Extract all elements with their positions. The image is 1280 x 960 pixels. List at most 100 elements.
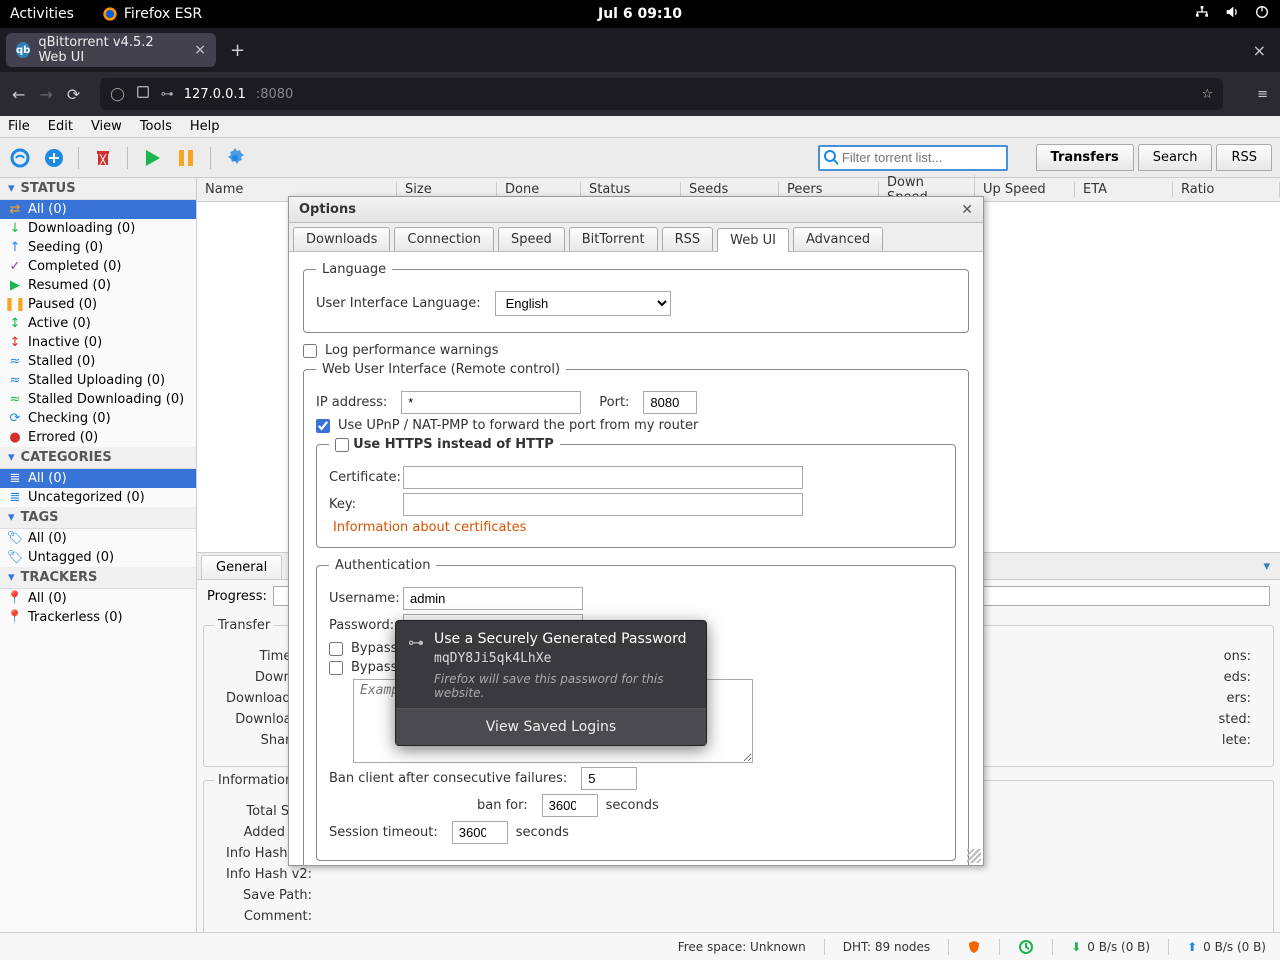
network-icon[interactable] xyxy=(1194,4,1210,24)
col-eta[interactable]: ETA xyxy=(1075,182,1173,197)
page-info-icon[interactable] xyxy=(135,84,151,104)
col-status[interactable]: Status xyxy=(581,182,681,197)
ban-count-input[interactable] xyxy=(581,767,637,790)
delete-icon[interactable] xyxy=(91,146,115,170)
up-speed[interactable]: ⬆0 B/s (0 B) xyxy=(1187,940,1266,954)
bookmark-star-icon[interactable]: ☆ xyxy=(1201,87,1213,102)
bypass-local-checkbox[interactable] xyxy=(329,642,343,656)
ip-input[interactable] xyxy=(401,391,581,414)
language-select[interactable]: English xyxy=(495,291,671,316)
firewall-icon[interactable] xyxy=(967,940,981,954)
port-input[interactable] xyxy=(643,391,697,414)
add-torrent-icon[interactable] xyxy=(42,146,66,170)
trk-all[interactable]: 📍All (0) xyxy=(0,589,196,608)
tab-downloads[interactable]: Downloads xyxy=(293,227,390,251)
https-checkbox[interactable] xyxy=(335,438,349,452)
tag-untagged[interactable]: 🏷Untagged (0) xyxy=(0,548,196,567)
back-button[interactable]: ← xyxy=(12,85,25,104)
status-inactive[interactable]: ↕Inactive (0) xyxy=(0,333,196,352)
resume-icon[interactable] xyxy=(140,146,164,170)
status-active[interactable]: ↕Active (0) xyxy=(0,314,196,333)
col-ratio[interactable]: Ratio xyxy=(1173,182,1280,197)
col-seeds[interactable]: Seeds xyxy=(681,182,779,197)
settings-icon[interactable] xyxy=(223,146,247,170)
banfor-input[interactable] xyxy=(542,794,598,817)
tab-transfers[interactable]: Transfers xyxy=(1036,144,1134,171)
sidebar-group-tags[interactable]: ▾TAGS xyxy=(0,507,196,529)
upnp-checkbox[interactable] xyxy=(316,419,330,433)
status-paused[interactable]: ❚❚Paused (0) xyxy=(0,295,196,314)
cert-input[interactable] xyxy=(403,466,803,489)
add-link-icon[interactable] xyxy=(8,146,32,170)
status-seeding[interactable]: ↑Seeding (0) xyxy=(0,238,196,257)
dialog-titlebar[interactable]: Options ✕ xyxy=(289,197,983,223)
activities-button[interactable]: Activities xyxy=(10,6,74,22)
key-input[interactable] xyxy=(403,493,803,516)
status-stalled-up[interactable]: ≈Stalled Uploading (0) xyxy=(0,371,196,390)
tab-close-icon[interactable]: × xyxy=(194,42,206,58)
menu-help[interactable]: Help xyxy=(190,119,220,134)
status-completed[interactable]: ✓Completed (0) xyxy=(0,257,196,276)
sidebar-group-trackers[interactable]: ▾TRACKERS xyxy=(0,567,196,589)
col-size[interactable]: Size xyxy=(397,182,497,197)
user-label: Username: xyxy=(329,591,389,606)
clock[interactable]: Jul 6 09:10 xyxy=(598,6,682,22)
tab-speed[interactable]: Speed xyxy=(498,227,565,251)
url-bar[interactable]: ◯ ⊶ 127.0.0.1:8080 ☆ xyxy=(100,78,1223,110)
filter-input[interactable] xyxy=(842,150,1002,165)
session-timeout-input[interactable] xyxy=(452,821,508,844)
status-stalled-dn[interactable]: ≈Stalled Downloading (0) xyxy=(0,390,196,409)
tab-advanced[interactable]: Advanced xyxy=(793,227,883,251)
col-done[interactable]: Done xyxy=(497,182,581,197)
generated-password[interactable]: mqDY8Ji5qk4LhXe xyxy=(434,651,694,666)
filter-search[interactable] xyxy=(818,145,1008,171)
bypass-subnet-checkbox[interactable] xyxy=(329,661,343,675)
status-resumed[interactable]: ▶Resumed (0) xyxy=(0,276,196,295)
sidebar-group-status[interactable]: ▾STATUS xyxy=(0,178,196,200)
cat-uncategorized[interactable]: ≣Uncategorized (0) xyxy=(0,488,196,507)
dialog-close-icon[interactable]: ✕ xyxy=(961,202,973,218)
col-peers[interactable]: Peers xyxy=(779,182,879,197)
col-up[interactable]: Up Speed xyxy=(975,182,1075,197)
sidebar-group-categories[interactable]: ▾CATEGORIES xyxy=(0,447,196,469)
pause-icon[interactable] xyxy=(174,146,198,170)
info-collapse-icon[interactable]: ▾ xyxy=(1263,559,1270,574)
username-input[interactable] xyxy=(403,587,583,610)
tab-search[interactable]: Search xyxy=(1138,144,1213,171)
col-name[interactable]: Name xyxy=(197,182,397,197)
trk-trackerless[interactable]: 📍Trackerless (0) xyxy=(0,608,196,627)
down-speed[interactable]: ⬇0 B/s (0 B) xyxy=(1071,940,1150,954)
view-saved-logins-button[interactable]: View Saved Logins xyxy=(396,708,706,745)
tab-connection[interactable]: Connection xyxy=(394,227,494,251)
info-tab-general[interactable]: General xyxy=(201,555,282,579)
window-close-icon[interactable]: × xyxy=(1245,41,1274,60)
status-downloading[interactable]: ↓Downloading (0) xyxy=(0,219,196,238)
tab-bittorrent[interactable]: BitTorrent xyxy=(569,227,658,251)
browser-tab[interactable]: qb qBittorrent v4.5.2 Web UI × xyxy=(6,33,216,67)
shield-icon[interactable]: ◯ xyxy=(110,87,125,102)
status-all[interactable]: ⇄All (0) xyxy=(0,200,196,219)
cert-info-link[interactable]: Information about certificates xyxy=(333,520,526,535)
status-errored[interactable]: ●Errored (0) xyxy=(0,428,196,447)
app-menu[interactable]: Firefox ESR xyxy=(102,6,202,22)
menu-tools[interactable]: Tools xyxy=(140,119,172,134)
tab-rss[interactable]: RSS xyxy=(1216,144,1272,171)
menu-file[interactable]: File xyxy=(8,119,30,134)
menu-edit[interactable]: Edit xyxy=(48,119,73,134)
cat-all[interactable]: ≣All (0) xyxy=(0,469,196,488)
status-stalled[interactable]: ≈Stalled (0) xyxy=(0,352,196,371)
reload-button[interactable]: ⟳ xyxy=(67,85,80,104)
new-tab-button[interactable]: + xyxy=(230,40,245,61)
status-checking[interactable]: ⟳Checking (0) xyxy=(0,409,196,428)
app-menu-icon[interactable]: ≡ xyxy=(1257,87,1268,102)
log-perf-checkbox[interactable] xyxy=(303,344,317,358)
volume-icon[interactable] xyxy=(1224,4,1240,24)
tag-all[interactable]: 🏷All (0) xyxy=(0,529,196,548)
dialog-resize-handle[interactable] xyxy=(967,849,981,863)
lock-open-icon[interactable]: ⊶ xyxy=(161,87,174,102)
power-icon[interactable] xyxy=(1254,4,1270,24)
alt-speed-icon[interactable] xyxy=(1018,939,1034,955)
tab-webui[interactable]: Web UI xyxy=(717,228,789,252)
menu-view[interactable]: View xyxy=(91,119,122,134)
tab-rss-opt[interactable]: RSS xyxy=(662,227,714,251)
